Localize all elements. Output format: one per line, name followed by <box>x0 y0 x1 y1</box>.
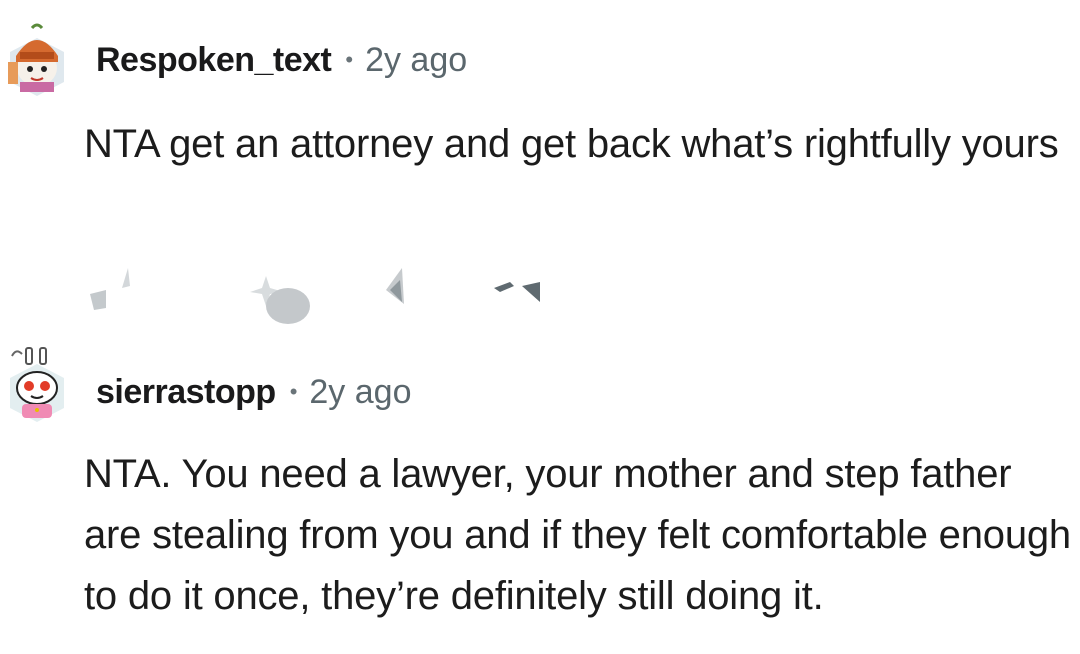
user-avatar[interactable] <box>6 22 68 100</box>
reply-bubble-icon <box>250 276 310 324</box>
share-icon <box>386 268 404 304</box>
separator-dot: • <box>289 379 298 404</box>
upvote-button[interactable] <box>84 266 140 326</box>
timestamp: 2y ago <box>309 372 412 411</box>
comment-meta: Respoken_text • 2y ago <box>96 38 467 82</box>
more-options-icon <box>494 282 540 302</box>
more-options-button[interactable] <box>492 266 544 326</box>
username[interactable]: sierrastopp <box>96 373 276 412</box>
comment-meta: sierrastopp • 2y ago <box>96 370 411 414</box>
reply-button[interactable] <box>244 266 324 326</box>
comment-actions <box>84 266 564 326</box>
separator-dot: • <box>345 47 354 72</box>
upvote-icon <box>90 268 130 310</box>
comment-body: NTA. You need a lawyer, your mother and … <box>84 452 1071 618</box>
snoo-avatar-icon <box>8 23 64 96</box>
snoo-avatar-icon <box>10 347 64 422</box>
user-avatar[interactable] <box>6 346 68 424</box>
comment-body: NTA get an attorney and get back what’s … <box>84 122 1059 166</box>
share-button[interactable] <box>380 266 420 326</box>
timestamp: 2y ago <box>365 40 468 79</box>
username[interactable]: Respoken_text <box>96 41 332 80</box>
